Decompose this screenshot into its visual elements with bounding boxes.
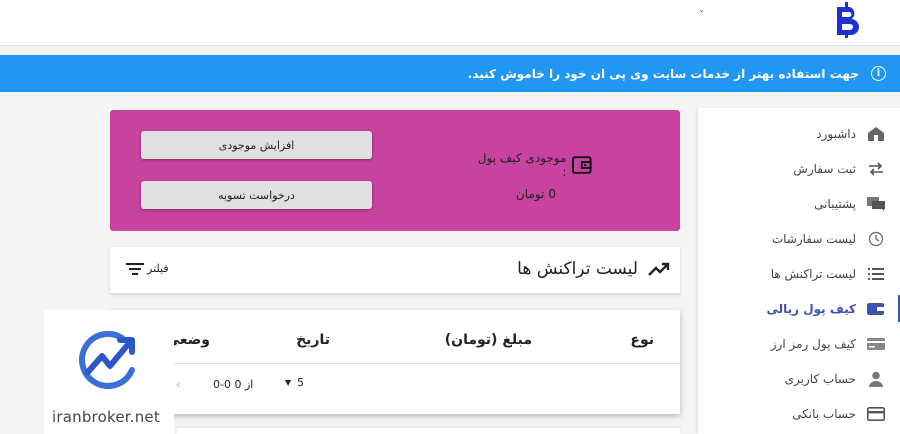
wallet-info: موجودی کیف پول : 0 تومان [472,151,592,201]
sidebar-item-label: داشبورد [816,126,856,141]
table-divider [110,363,680,364]
account-dropdown-caret[interactable]: ˇ [699,10,704,21]
wallet-balance-label: موجودی کیف پول : [477,151,567,179]
chat-icon [866,195,886,213]
sidebar-item-rial-wallet[interactable]: کیف پول ریالی [698,291,900,326]
watermark: iranbroker.net [44,310,174,434]
home-icon [866,125,886,143]
column-header-type[interactable]: نوع [630,332,654,348]
top-bar: ˇ [0,0,900,46]
sidebar-item-bank-account[interactable]: حساب بانکی [698,396,900,431]
rows-per-page-value: 5 [297,376,304,389]
history-icon [866,230,886,248]
transactions-table: نوع مبلغ (تومان) تاریخ وضعی ‹ 0-0 از 0 ▼… [110,310,680,414]
filter-label: فیلتر [147,262,169,275]
trending-up-icon [648,262,670,276]
increase-balance-button[interactable]: افزایش موجودی [141,131,372,159]
card-icon [866,335,886,353]
sidebar-item-label: پشتیبانی [814,196,856,211]
column-header-date[interactable]: تاریخ [296,332,330,348]
sidebar-item-label: لیست سفارشات [771,231,856,246]
settlement-request-button[interactable]: درخواست تسویه [141,181,372,209]
wallet-currency: تومان [515,187,545,201]
wallet-title-row: موجودی کیف پول : [472,151,592,179]
sidebar-item-label: حساب بانکی [792,406,856,421]
prev-page-button[interactable]: ‹ [176,378,180,391]
info-icon: i [871,66,886,81]
wallet-icon [572,156,592,174]
pagination: ‹ 0-0 از 0 ▼ 5 [110,375,680,395]
sidebar: داشبورد ثبت سفارش پشتیبانی لیست سفارشات … [697,108,900,434]
sidebar-item-account[interactable]: حساب کاربری [698,361,900,396]
wallet-balance-card: موجودی کیف پول : 0 تومان افزایش موجودی د… [110,110,680,231]
sidebar-item-crypto-wallet[interactable]: کیف پول رمز ارز [698,326,900,361]
iranbroker-logo [79,331,135,389]
sidebar-item-label: حساب کاربری [784,371,856,386]
bottom-card-edge [177,428,680,434]
rows-per-page-select[interactable]: ▼ 5 [283,376,304,389]
transactions-heading: لیست تراکنش ها [517,259,670,279]
sidebar-item-label: ثبت سفارش [793,161,856,176]
transactions-header-card: لیست تراکنش ها فیلتر [110,247,680,294]
banner-text: جهت استفاده بهتر از خدمات سایت وی پی ان … [467,66,859,81]
sidebar-item-label: کیف پول رمز ارز [770,336,856,351]
list-icon [866,265,886,283]
wallet-amount: 0 [548,187,556,201]
user-icon [866,370,886,388]
bank-card-icon [866,405,886,423]
filter-icon [126,262,144,275]
wallet-icon [866,300,886,318]
sidebar-item-orders[interactable]: لیست سفارشات [698,221,900,256]
sidebar-item-transactions[interactable]: لیست تراکنش ها [698,256,900,291]
sidebar-item-dashboard[interactable]: داشبورد [698,116,900,151]
wallet-balance-value: 0 تومان [472,187,556,201]
swap-icon [866,160,886,178]
sidebar-item-support[interactable]: پشتیبانی [698,186,900,221]
page-title: لیست تراکنش ها [517,259,638,279]
sidebar-item-label: کیف پول ریالی [766,301,856,316]
vpn-warning-banner: i جهت استفاده بهتر از خدمات سایت وی پی ا… [0,55,900,92]
filter-button[interactable]: فیلتر [126,262,169,275]
caret-down-icon: ▼ [285,378,292,387]
column-header-amount[interactable]: مبلغ (تومان) [445,332,532,348]
watermark-text: iranbroker.net [52,408,160,426]
sidebar-item-new-order[interactable]: ثبت سفارش [698,151,900,186]
bitcoin-b-logo[interactable] [832,2,862,38]
sidebar-item-label: لیست تراکنش ها [770,266,856,281]
pagination-range: 0-0 از 0 [213,378,254,391]
